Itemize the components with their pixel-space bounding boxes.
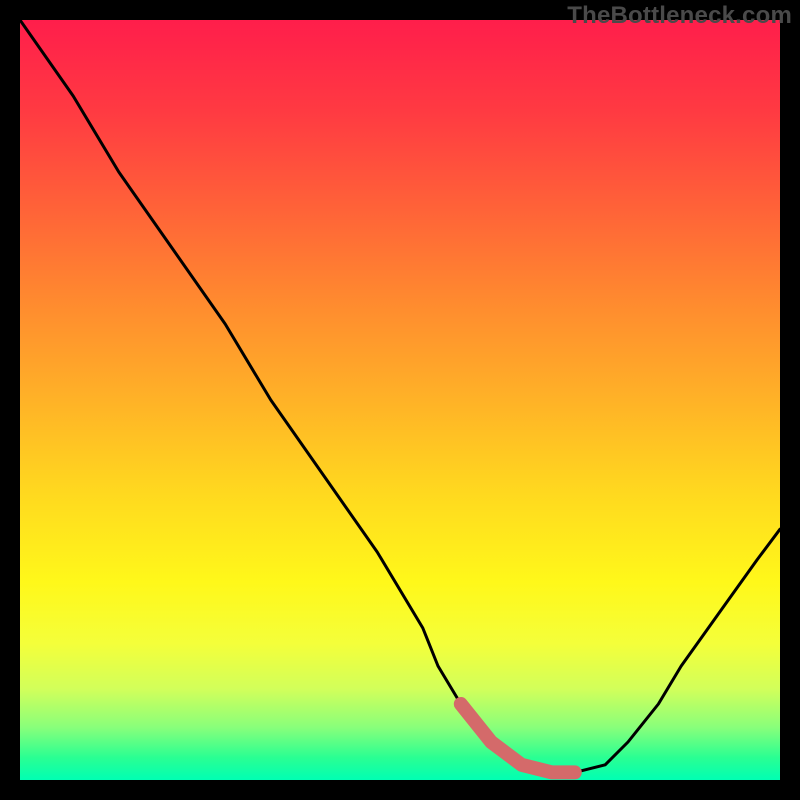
watermark-text: TheBottleneck.com	[567, 2, 792, 30]
chart-frame	[20, 20, 780, 780]
highlight-segment	[461, 704, 575, 772]
bottleneck-curve	[20, 20, 780, 772]
bottleneck-plot	[20, 20, 780, 780]
